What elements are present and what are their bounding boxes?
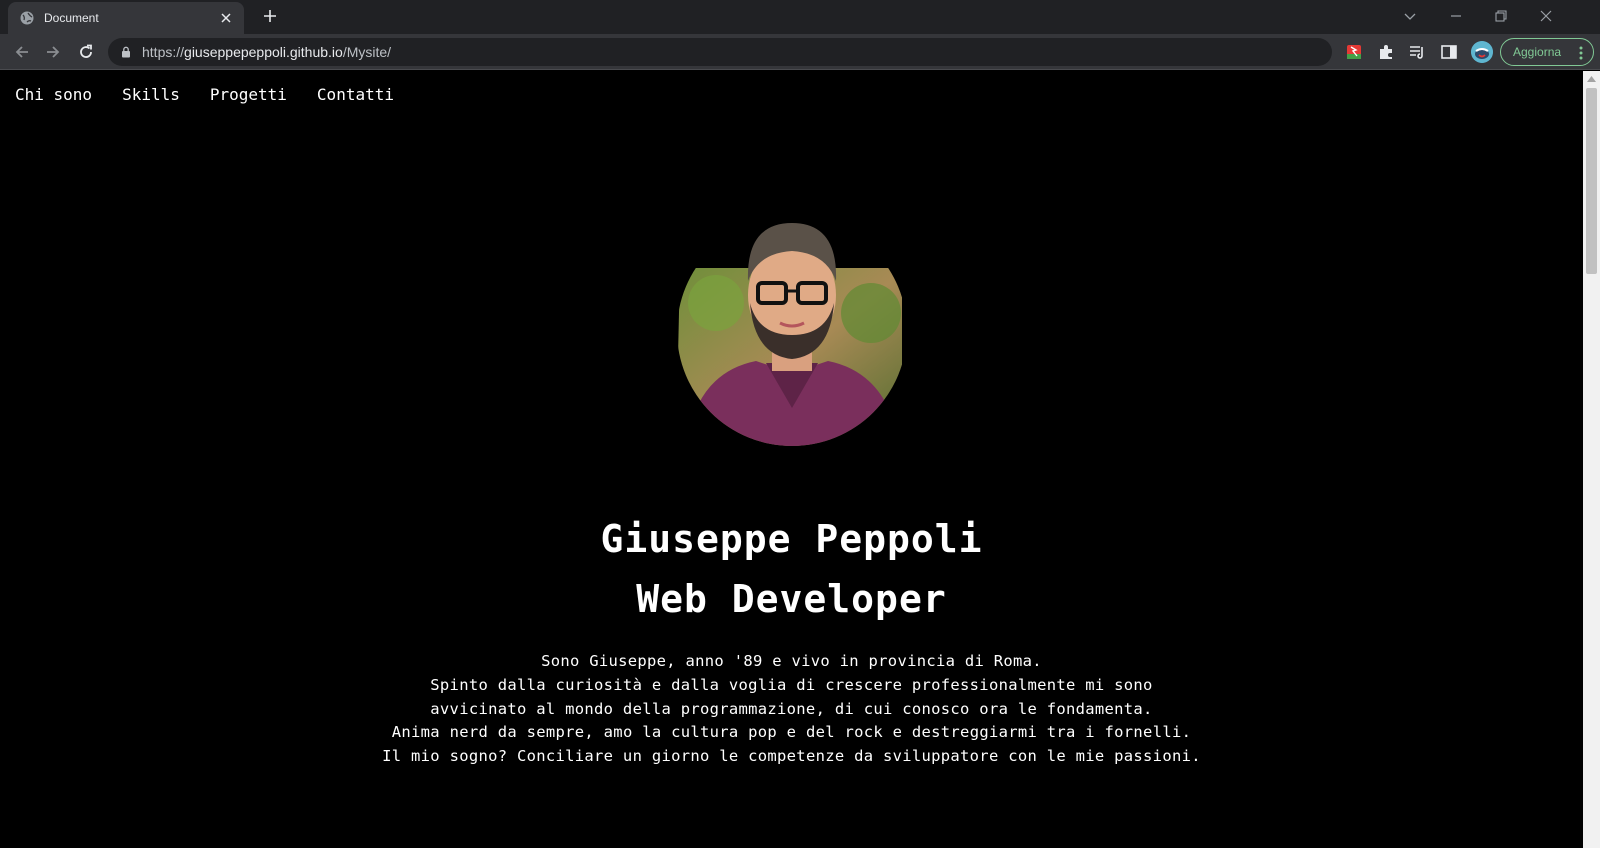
restore-icon[interactable] [1491,6,1511,26]
web-page: Chi sono Skills Progetti Contatti Giusep… [0,71,1583,848]
bio-line: Sono Giuseppe, anno '89 e vivo in provin… [541,652,1042,670]
nav-link-contatti[interactable]: Contatti [317,85,394,104]
tab-title: Document [44,11,99,25]
media-queue-icon[interactable] [1407,42,1427,62]
back-icon[interactable] [12,42,32,62]
new-tab-icon[interactable] [261,7,279,25]
bio-line: Spinto dalla curiosità e dalla voglia di… [430,675,1153,694]
scroll-up-arrow-icon[interactable] [1587,75,1596,83]
close-window-icon[interactable] [1536,6,1556,26]
bio-line: avvicinato al mondo della programmazione… [430,699,1153,718]
bio-line: Il mio sogno? Conciliare un giorno le co… [382,747,1201,766]
bio-text: Sono Giuseppe, anno '89 e vivo in provin… [0,650,1583,769]
browser-tab[interactable]: Document [8,2,244,34]
profile-photo [677,223,902,446]
url-path: /Mysite/ [342,44,392,60]
hero-role: Web Developer [636,577,947,621]
url-host: giuseppepeppoli.github.io [184,44,343,60]
nav-link-skills[interactable]: Skills [122,85,180,104]
profile-avatar[interactable] [1471,41,1493,63]
nav-link-chi-sono[interactable]: Chi sono [15,85,92,104]
reload-icon[interactable] [76,42,96,62]
forward-icon[interactable] [43,42,63,62]
lock-icon[interactable] [120,46,132,58]
browser-toolbar: https://giuseppepeppoli.github.io/Mysite… [0,34,1600,70]
page-scrollbar[interactable] [1583,71,1600,848]
url-text: https://giuseppepeppoli.github.io/Mysite… [142,44,391,60]
address-bar[interactable]: https://giuseppepeppoli.github.io/Mysite… [108,38,1332,66]
url-scheme: https:// [142,44,185,60]
hero-name: Giuseppe Peppoli [600,517,983,561]
scrollbar-thumb[interactable] [1586,88,1597,274]
minimize-icon[interactable] [1446,6,1466,26]
side-panel-icon[interactable] [1439,42,1459,62]
tab-strip: Document [0,0,1600,34]
nav-link-progetti[interactable]: Progetti [210,85,287,104]
update-button[interactable]: Aggiorna [1500,38,1594,66]
globe-icon [20,11,34,25]
update-button-label: Aggiorna [1513,45,1562,59]
extensions-puzzle-icon[interactable] [1376,42,1396,62]
tab-search-icon[interactable] [1400,6,1420,26]
profile-avatar-icon [1471,41,1493,63]
site-nav: Chi sono Skills Progetti Contatti [15,85,394,104]
more-menu-icon[interactable] [1579,46,1583,60]
close-tab-icon[interactable] [218,10,234,26]
extension-flag-icon[interactable] [1344,42,1364,62]
bio-line: Anima nerd da sempre, amo la cultura pop… [391,723,1192,742]
